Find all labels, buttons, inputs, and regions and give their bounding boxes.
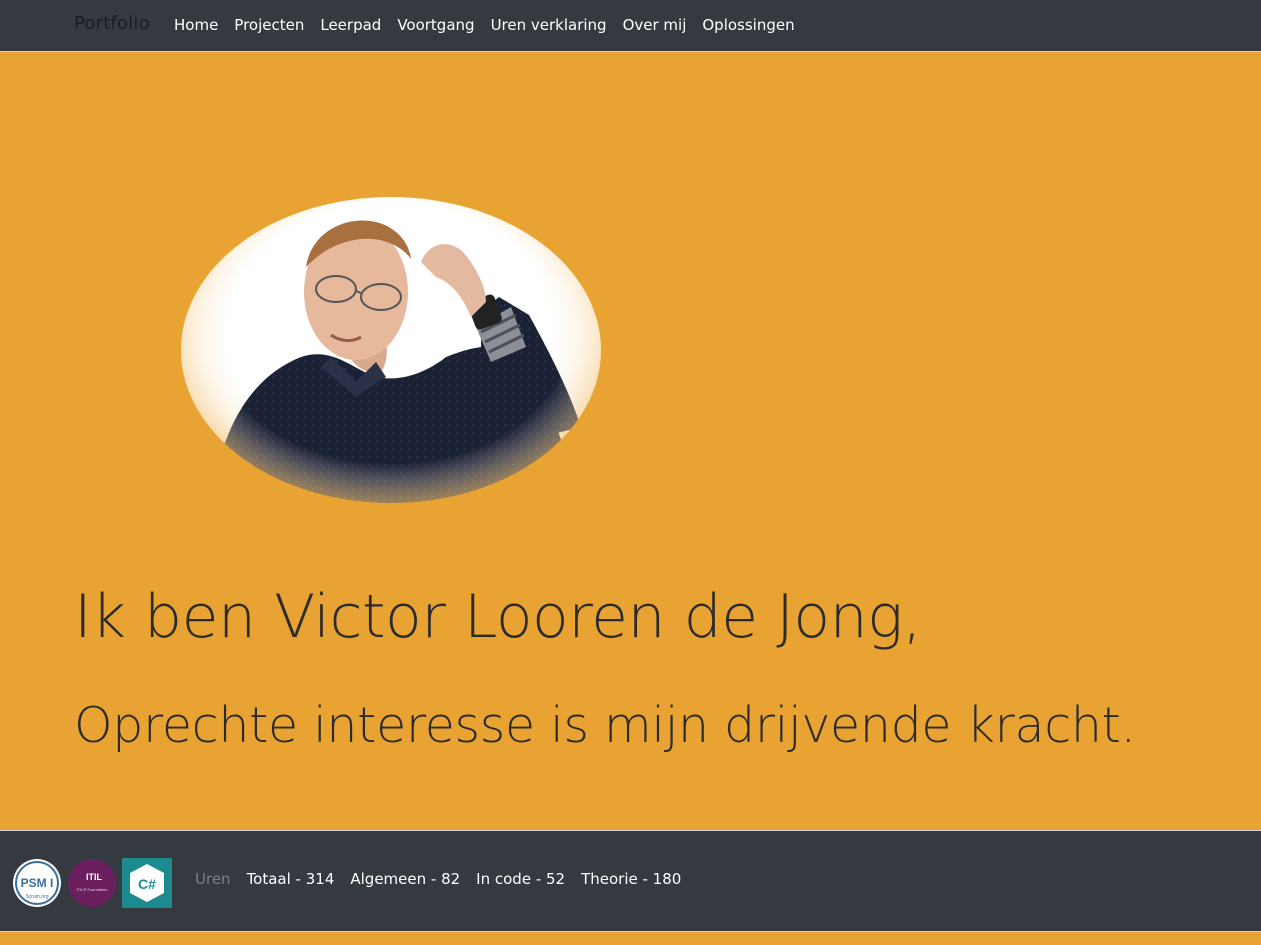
hero-headline: Ik ben Victor Looren de Jong, [74,582,922,652]
svg-text:Scrum.org: Scrum.org [25,894,48,900]
svg-text:PSM I: PSM I [21,876,54,890]
hours-in-code: In code - 52 [476,870,566,888]
top-navbar: Portfolio Home Projecten Leerpad Voortga… [0,0,1261,52]
nav-link-oplossingen[interactable]: Oplossingen [694,16,802,34]
hero-section: Ik ben Victor Looren de Jong, Oprechte i… [0,52,1261,829]
svg-text:C#: C# [138,876,156,892]
itil-badge-icon[interactable]: ITIL ITIL® Foundation [67,858,117,908]
hours-algemeen: Algemeen - 82 [350,870,461,888]
hero-subline: Oprechte interesse is mijn drijvende kra… [74,697,1136,754]
nav-links: Home Projecten Leerpad Voortgang Uren ve… [166,16,803,34]
nav-link-over-mij[interactable]: Over mij [615,16,695,34]
nav-link-home[interactable]: Home [166,16,226,34]
csharp-badge-icon[interactable]: C# [122,858,172,908]
footer-bar: PSM I Scrum.org ITIL ITIL® Foundation C#… [0,830,1261,932]
svg-text:ITIL: ITIL [86,872,102,882]
hours-summary: Uren Totaal - 314 Algemeen - 82 In code … [195,870,697,888]
nav-link-uren-verklaring[interactable]: Uren verklaring [483,16,615,34]
bottom-accent-strip [0,932,1261,945]
brand-link[interactable]: Portfolio [74,13,150,34]
svg-text:ITIL® Foundation: ITIL® Foundation [77,887,108,892]
nav-link-leerpad[interactable]: Leerpad [312,16,389,34]
profile-photo [181,197,601,503]
hours-theorie: Theorie - 180 [581,870,682,888]
hours-label: Uren [195,870,231,888]
nav-link-projecten[interactable]: Projecten [226,16,312,34]
nav-link-voortgang[interactable]: Voortgang [389,16,482,34]
hours-total: Totaal - 314 [246,870,335,888]
psm-badge-icon[interactable]: PSM I Scrum.org [12,858,62,908]
